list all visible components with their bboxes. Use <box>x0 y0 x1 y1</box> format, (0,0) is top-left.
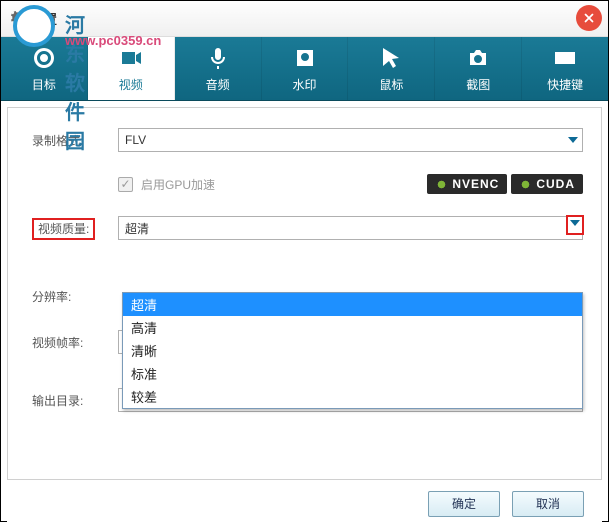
quality-option[interactable]: 清晰 <box>123 339 582 362</box>
tab-label: 视频 <box>119 76 143 93</box>
nvidia-icon <box>519 178 532 191</box>
highlight-quality-label: 视频质量: <box>32 218 95 240</box>
row-format: 录制格式: FLV <box>26 128 583 152</box>
gpu-checkbox[interactable]: ✓ <box>118 177 133 192</box>
tab-label: 目标 <box>32 76 56 93</box>
format-combo[interactable]: FLV <box>118 128 583 152</box>
cuda-badge: CUDA <box>511 174 583 194</box>
check-icon: ✓ <box>120 177 130 191</box>
quality-option[interactable]: 高清 <box>123 316 582 339</box>
camera-icon <box>465 45 491 71</box>
window-title: 设置 <box>31 9 57 28</box>
footer: 确定 取消 <box>7 479 602 527</box>
gear-icon <box>9 11 25 27</box>
quality-value: 超清 <box>125 220 149 237</box>
tab-audio[interactable]: 音频 <box>175 37 262 100</box>
nvenc-badge: NVENC <box>427 174 507 194</box>
quality-option[interactable]: 标准 <box>123 362 582 385</box>
tab-bar: 目标 视频 音频 水印 鼠标 截图 快捷键 <box>1 37 608 101</box>
content-panel: 录制格式: FLV ✓ 启用GPU加速 NVENC CUDA 视频质量: 超清 <box>7 107 602 479</box>
quality-dropdown[interactable]: 超清 高清 清晰 标准 较差 <box>122 292 583 409</box>
resolution-label: 分辨率: <box>26 288 118 305</box>
watermark-icon <box>292 45 318 71</box>
target-icon <box>31 45 57 71</box>
row-gpu: ✓ 启用GPU加速 NVENC CUDA <box>26 174 583 194</box>
tab-screenshot[interactable]: 截图 <box>435 37 522 100</box>
cancel-button[interactable]: 取消 <box>512 491 584 517</box>
fps-label: 视频帧率: <box>26 334 118 351</box>
tab-label: 快捷键 <box>547 76 583 93</box>
tab-label: 音频 <box>206 76 230 93</box>
gpu-label: 启用GPU加速 <box>141 176 215 193</box>
tab-hotkey[interactable]: 快捷键 <box>522 37 608 100</box>
tab-watermark[interactable]: 水印 <box>262 37 349 100</box>
tab-label: 水印 <box>293 76 317 93</box>
keyboard-icon <box>552 45 578 71</box>
output-label: 输出目录: <box>26 392 118 409</box>
tab-video[interactable]: 视频 <box>88 37 175 100</box>
ok-button[interactable]: 确定 <box>428 491 500 517</box>
chevron-down-icon <box>568 137 578 143</box>
quality-combo[interactable]: 超清 <box>118 216 583 240</box>
tab-target[interactable]: 目标 <box>1 37 88 100</box>
close-button[interactable] <box>576 5 602 31</box>
cursor-icon <box>378 45 404 71</box>
quality-option[interactable]: 超清 <box>123 293 582 316</box>
quality-label: 视频质量: <box>38 222 89 236</box>
chevron-down-icon <box>570 220 580 226</box>
quality-option[interactable]: 较差 <box>123 385 582 408</box>
video-icon <box>118 45 144 71</box>
tab-label: 鼠标 <box>379 76 403 93</box>
titlebar: 设置 <box>1 1 608 37</box>
row-quality: 视频质量: 超清 <box>26 216 583 240</box>
highlight-quality-arrow <box>566 215 584 235</box>
tab-mouse[interactable]: 鼠标 <box>348 37 435 100</box>
nvidia-icon <box>435 178 448 191</box>
tab-label: 截图 <box>466 76 490 93</box>
format-value: FLV <box>125 133 146 147</box>
format-label: 录制格式: <box>26 132 118 149</box>
microphone-icon <box>205 45 231 71</box>
